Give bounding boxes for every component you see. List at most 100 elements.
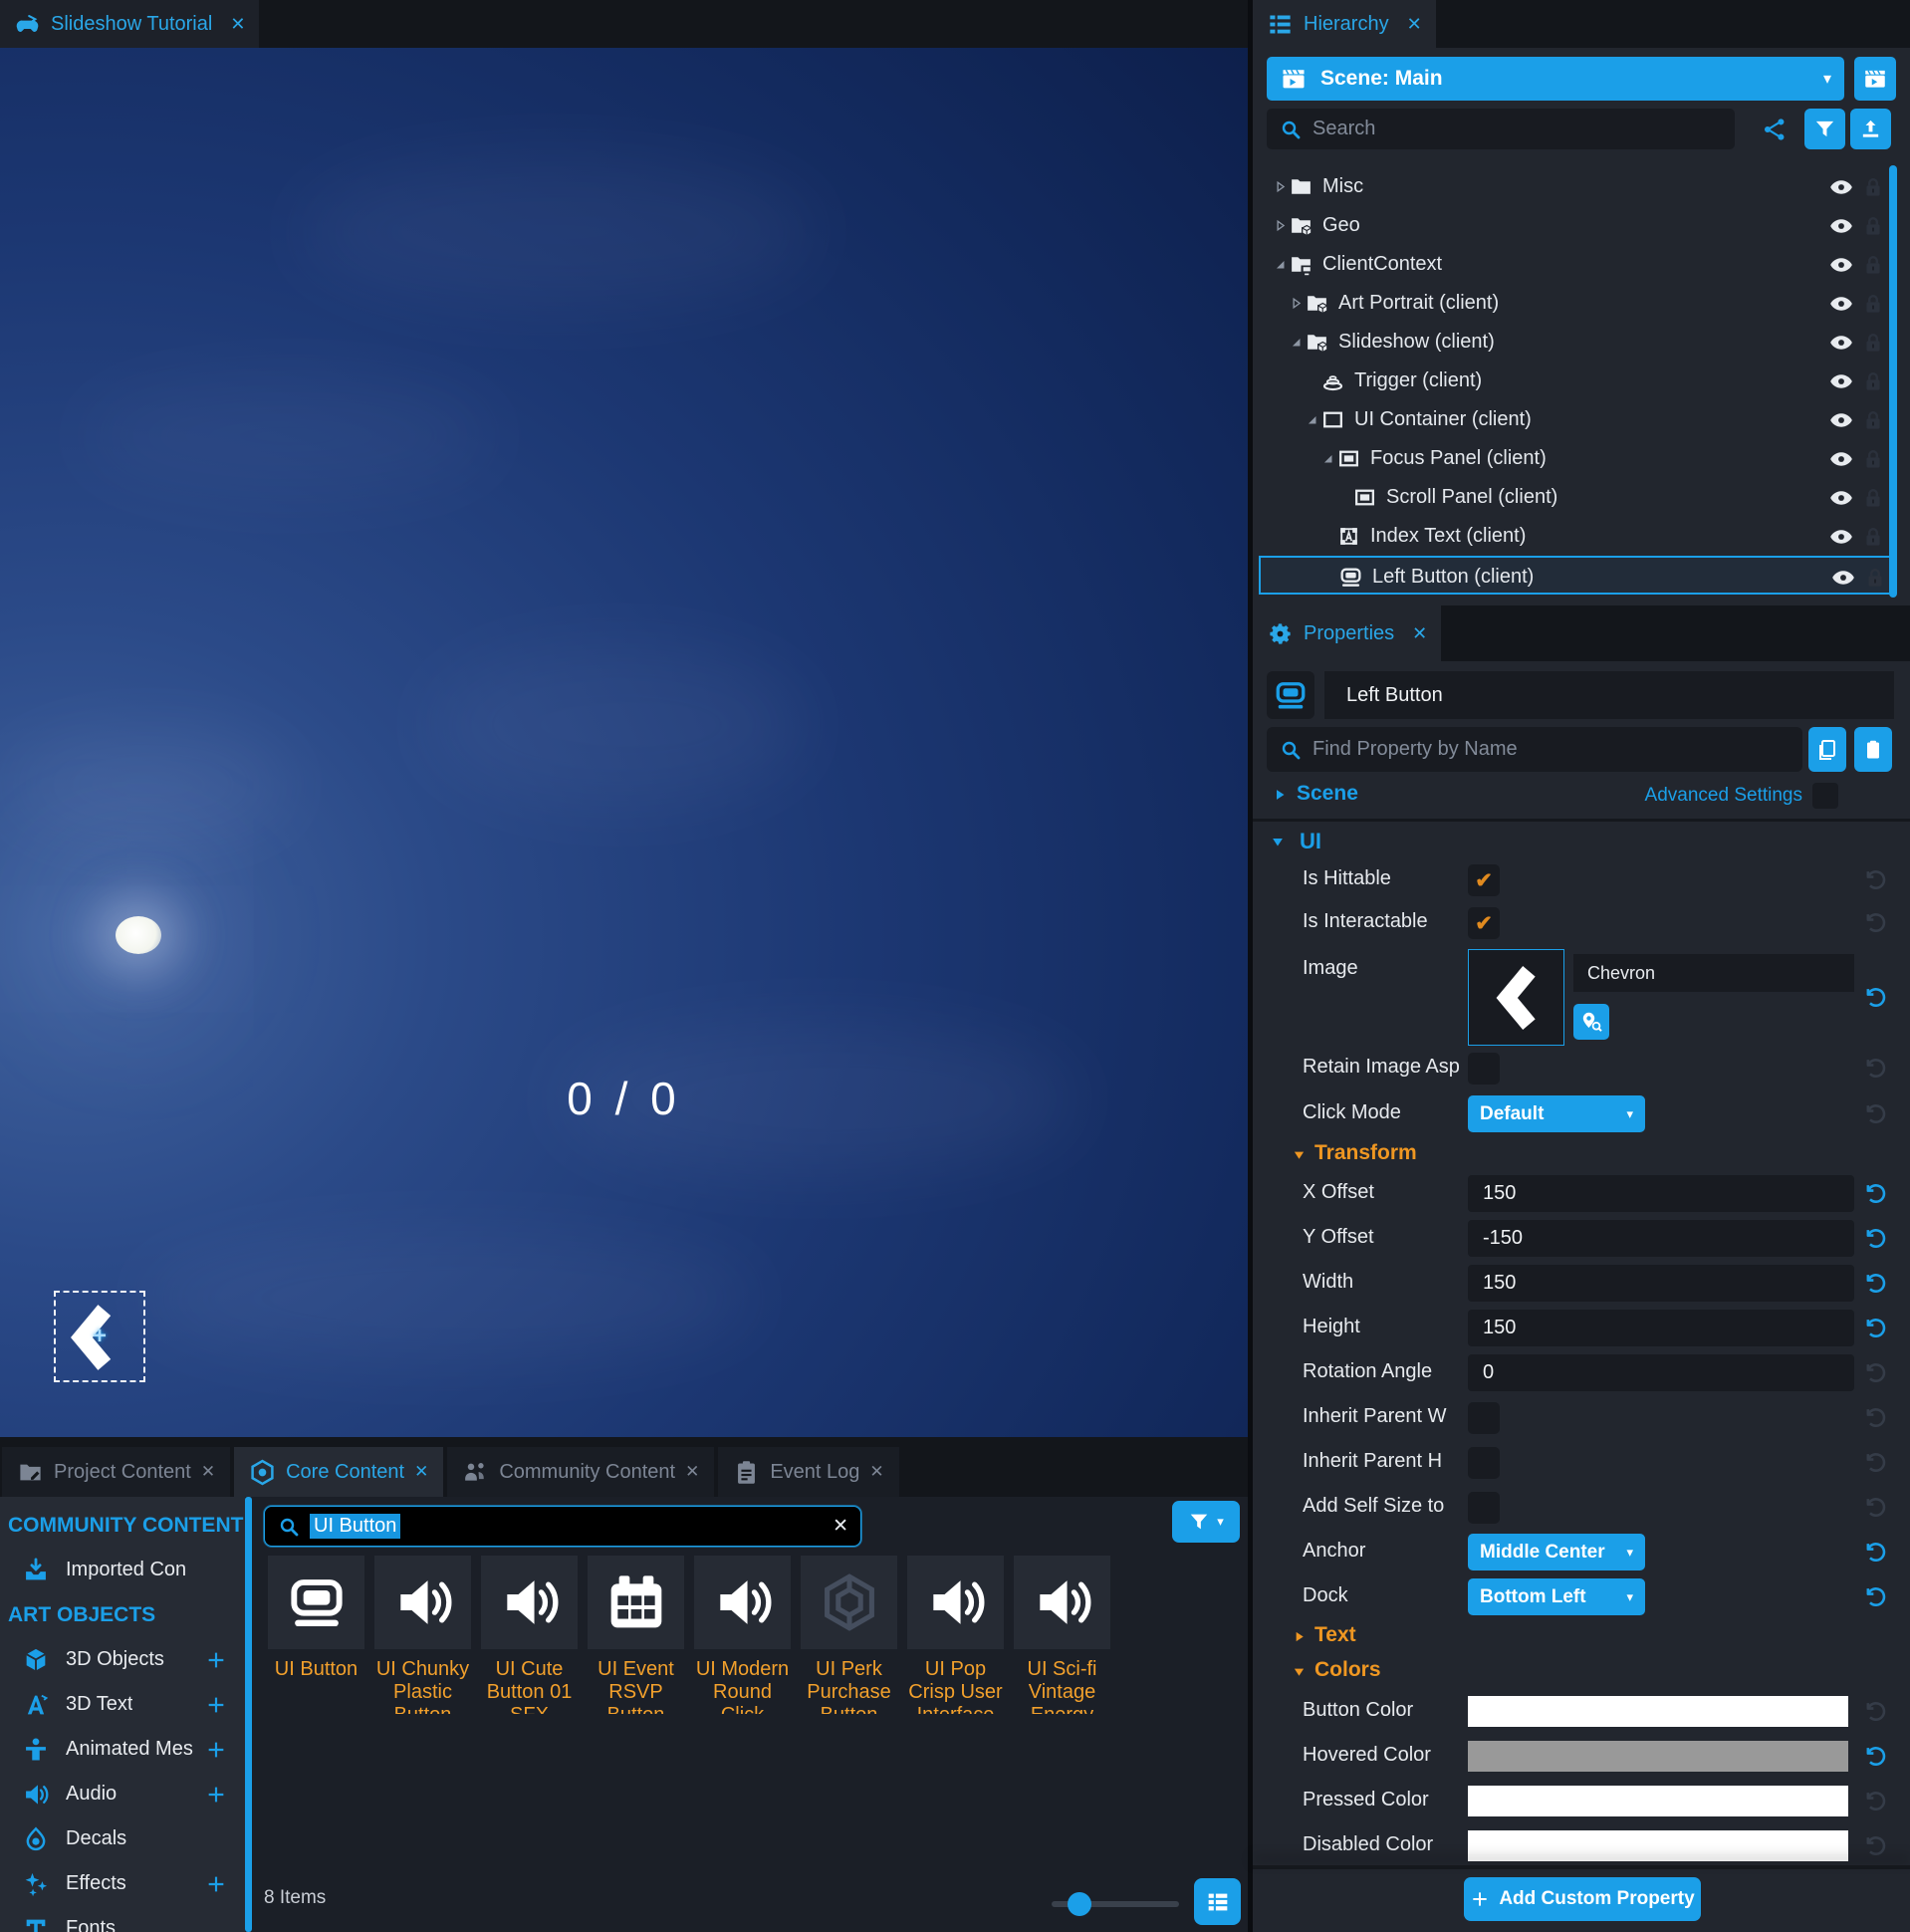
reset-property-icon[interactable] [1862, 1404, 1889, 1431]
x-offset-input[interactable]: 150 [1468, 1175, 1854, 1212]
asset-ui-sci-fi-vintage-energy[interactable]: UI Sci-fi Vintage Energy [1014, 1556, 1110, 1714]
caret-expanded-icon[interactable] [1271, 255, 1290, 274]
asset-ui-chunky-plastic-button[interactable]: UI Chunky Plastic Button [374, 1556, 471, 1714]
hierarchy-scrollbar[interactable] [1889, 165, 1897, 598]
caret-expanded-icon[interactable] [1318, 449, 1337, 468]
asset-thumbnail[interactable] [907, 1556, 1004, 1649]
sidebar-item-animated-mes[interactable]: Animated Mes [0, 1727, 245, 1772]
reset-property-icon[interactable] [1862, 1055, 1889, 1082]
add-3d-text-button[interactable] [205, 1694, 227, 1716]
close-icon[interactable]: ✕ [1407, 14, 1422, 35]
viewport-3d[interactable]: 0 / 0 + [0, 48, 1248, 1437]
lock-icon[interactable] [1860, 446, 1886, 472]
reset-property-icon[interactable] [1862, 1315, 1889, 1341]
asset-thumbnail[interactable] [588, 1556, 684, 1649]
sidebar-scrollbar[interactable] [245, 1497, 252, 1932]
sidebar-item-3d-objects[interactable]: 3D Objects [0, 1637, 245, 1682]
close-icon[interactable]: ✕ [414, 1462, 428, 1482]
section-text-label[interactable]: Text [1314, 1623, 1356, 1647]
asset-ui-event-rsvp-button[interactable]: UI Event RSVP Button [588, 1556, 684, 1714]
add-effects-button[interactable] [205, 1873, 227, 1895]
asset-ui-cute-button-01-sfx[interactable]: UI Cute Button 01 SFX [481, 1556, 578, 1714]
reset-property-icon[interactable] [1862, 1832, 1889, 1859]
filter-button[interactable]: ▾ [1172, 1501, 1240, 1543]
reset-property-icon[interactable] [1862, 1788, 1889, 1814]
reset-property-icon[interactable] [1862, 1270, 1889, 1297]
asset-ui-button[interactable]: UI Button [268, 1556, 364, 1714]
add-self-size-to-checkbox[interactable] [1468, 1492, 1500, 1524]
reset-property-icon[interactable] [1862, 866, 1889, 893]
rotation-angle-input[interactable]: 0 [1468, 1354, 1854, 1391]
is-interactable-checkbox[interactable]: ✔ [1468, 907, 1500, 939]
asset-thumbnail[interactable] [268, 1556, 364, 1649]
caret-expanded-icon[interactable] [1303, 410, 1321, 429]
asset-thumbnail[interactable] [1014, 1556, 1110, 1649]
section-colors-label[interactable]: Colors [1314, 1658, 1381, 1682]
lock-icon[interactable] [1860, 213, 1886, 239]
asset-ui-modern-round-click[interactable]: UI Modern Round Click [694, 1556, 791, 1714]
asset-ui-perk-purchase-button[interactable]: UI Perk Purchase Button [801, 1556, 897, 1714]
section-transform-label[interactable]: Transform [1314, 1141, 1417, 1165]
caret-collapsed-icon[interactable] [1287, 294, 1306, 313]
close-icon[interactable]: ✕ [685, 1462, 699, 1482]
reset-property-icon[interactable] [1862, 1180, 1889, 1207]
add-audio-button[interactable] [205, 1784, 227, 1806]
lock-icon[interactable] [1860, 524, 1886, 550]
asset-thumbnail[interactable] [801, 1556, 897, 1649]
caret-collapsed-icon[interactable] [1271, 177, 1290, 196]
hierarchy-row-scroll-panel-client[interactable]: Scroll Panel (client) [1259, 478, 1896, 517]
inherit-parent-h-checkbox[interactable] [1468, 1447, 1500, 1479]
button-color-swatch[interactable] [1468, 1696, 1848, 1727]
visibility-eye-icon[interactable] [1828, 252, 1854, 278]
visibility-eye-icon[interactable] [1828, 368, 1854, 394]
sidebar-item-decals[interactable]: Decals [0, 1816, 245, 1861]
lock-icon[interactable] [1860, 407, 1886, 433]
tab-hierarchy[interactable]: Hierarchy ✕ [1253, 0, 1436, 48]
thumbnail-size-slider[interactable] [1052, 1901, 1179, 1907]
image-asset-name[interactable]: Chevron [1573, 954, 1854, 992]
tab-slideshow-tutorial[interactable]: Slideshow Tutorial ✕ [0, 0, 259, 48]
hierarchy-row-left-button-client[interactable]: Left Button (client) [1259, 556, 1896, 595]
dock-dropdown[interactable]: Bottom Left▾ [1468, 1578, 1645, 1615]
close-icon[interactable]: ✕ [230, 14, 245, 35]
hierarchy-row-art-portrait-client[interactable]: Art Portrait (client) [1259, 284, 1896, 323]
hierarchy-row-geo[interactable]: Geo [1259, 206, 1896, 245]
visibility-eye-icon[interactable] [1828, 485, 1854, 511]
y-offset-input[interactable]: -150 [1468, 1220, 1854, 1257]
lock-icon[interactable] [1860, 291, 1886, 317]
sidebar-item-imported-con[interactable]: Imported Con [0, 1548, 245, 1592]
reset-property-icon[interactable] [1862, 1539, 1889, 1566]
reset-property-icon[interactable] [1862, 1698, 1889, 1725]
sidebar-item-audio[interactable]: Audio [0, 1772, 245, 1816]
visibility-eye-icon[interactable] [1828, 407, 1854, 433]
image-thumbnail[interactable] [1468, 949, 1564, 1046]
visibility-eye-icon[interactable] [1828, 174, 1854, 200]
slider-knob[interactable] [1068, 1892, 1091, 1916]
asset-thumbnail[interactable] [694, 1556, 791, 1649]
anchor-dropdown[interactable]: Middle Center▾ [1468, 1534, 1645, 1570]
asset-thumbnail[interactable] [374, 1556, 471, 1649]
reset-property-icon[interactable] [1862, 909, 1889, 936]
hierarchy-row-ui-container-client[interactable]: UI Container (client) [1259, 400, 1896, 439]
caret-expanded-icon[interactable] [1291, 1663, 1308, 1680]
visibility-eye-icon[interactable] [1828, 291, 1854, 317]
lock-icon[interactable] [1860, 330, 1886, 356]
gizmo-center-crosshair[interactable]: + [93, 1323, 107, 1350]
caret-expanded-icon[interactable] [1291, 1146, 1308, 1163]
inherit-parent-w-checkbox[interactable] [1468, 1402, 1500, 1434]
sidebar-item-fonts[interactable]: Fonts [0, 1906, 245, 1932]
asset-picker-button[interactable] [1573, 1004, 1609, 1040]
visibility-eye-icon[interactable] [1828, 446, 1854, 472]
height-input[interactable]: 150 [1468, 1310, 1854, 1346]
add-3d-objects-button[interactable] [205, 1649, 227, 1671]
visibility-eye-icon[interactable] [1828, 213, 1854, 239]
tab-community-content[interactable]: Community Content ✕ [447, 1447, 714, 1497]
lock-icon[interactable] [1862, 565, 1888, 591]
add-animated-mes-button[interactable] [205, 1739, 227, 1761]
reset-property-icon[interactable] [1862, 984, 1889, 1011]
asset-ui-pop-crisp-user-interface[interactable]: UI Pop Crisp User Interface [907, 1556, 1004, 1714]
lock-icon[interactable] [1860, 368, 1886, 394]
add-custom-property-button[interactable]: Add Custom Property [1464, 1877, 1701, 1921]
retain-image-asp-checkbox[interactable] [1468, 1053, 1500, 1085]
reset-property-icon[interactable] [1862, 1583, 1889, 1610]
